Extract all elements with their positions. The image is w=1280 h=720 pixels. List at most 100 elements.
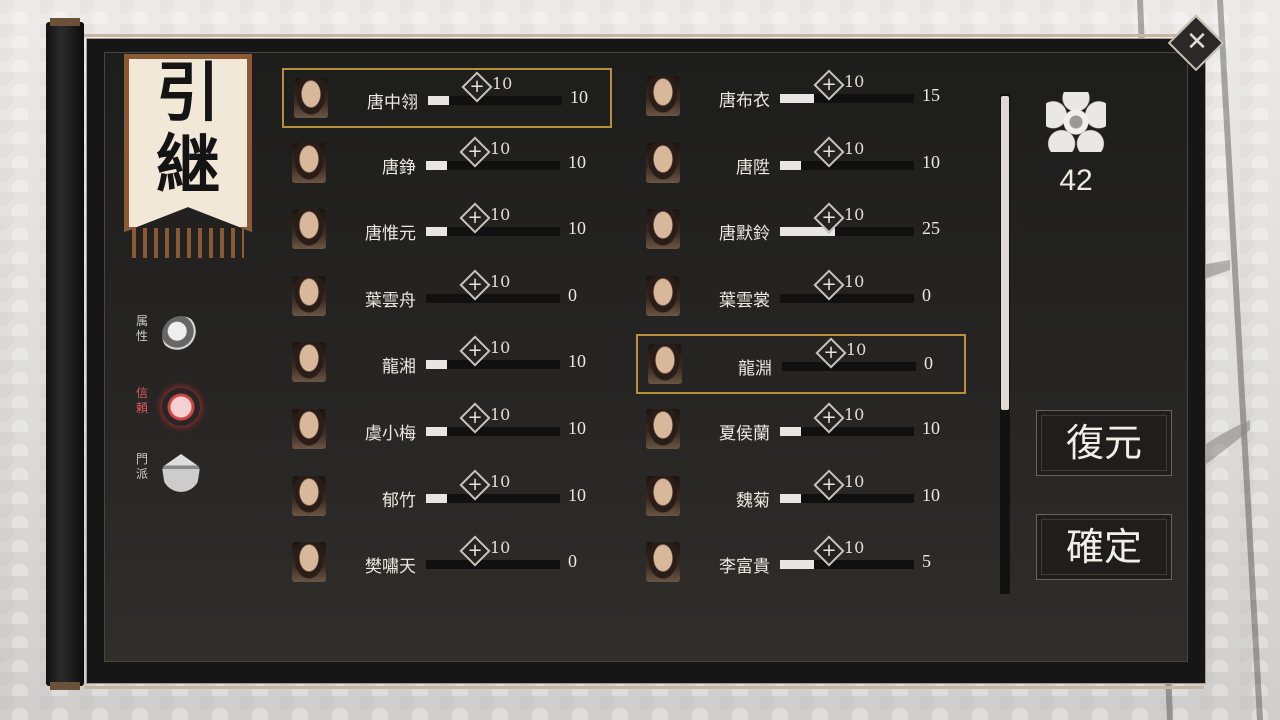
close-icon[interactable]: ✕ (1182, 27, 1212, 57)
character-portrait (646, 409, 680, 449)
character-portrait (292, 143, 326, 183)
trust-bar (782, 362, 916, 371)
trust-bar (426, 427, 560, 436)
reset-button[interactable]: 復元 (1036, 410, 1172, 476)
trust-bar-fill (426, 161, 448, 170)
tab-trust[interactable]: 信頼 (136, 386, 216, 434)
add-cost: 10 (846, 340, 867, 359)
character-entry[interactable]: 唐陞 +10 10 (636, 135, 966, 195)
character-entry[interactable]: 唐布衣 +10 15 (636, 68, 966, 128)
tab-sect-label: 門派 (136, 452, 149, 481)
plus-icon[interactable]: + (818, 474, 840, 496)
trust-bar-fill (780, 494, 802, 503)
tab-sect[interactable]: 門派 (136, 452, 216, 500)
plus-icon[interactable]: + (464, 340, 486, 362)
character-entry[interactable]: 夏侯蘭 +10 10 (636, 401, 966, 461)
yin-yang-icon (162, 316, 200, 354)
plus-icon[interactable]: + (464, 474, 486, 496)
tab-trust-label: 信頼 (136, 386, 149, 415)
trust-bar (428, 96, 562, 105)
trust-value: 15 (922, 85, 940, 105)
banner-fringe (132, 228, 244, 258)
trust-bar (780, 94, 914, 103)
plus-icon[interactable]: + (818, 207, 840, 229)
plus-icon[interactable]: + (466, 76, 488, 98)
character-entry[interactable]: 唐錚 +10 10 (282, 135, 612, 195)
plus-icon[interactable]: + (464, 540, 486, 562)
character-name: 唐布衣 (719, 91, 770, 111)
plus-icon[interactable]: + (464, 274, 486, 296)
plus-icon[interactable]: + (464, 207, 486, 229)
banner-title: 引 継 (156, 56, 220, 203)
trust-value: 10 (922, 152, 940, 172)
trust-bar (426, 560, 560, 569)
character-portrait (292, 409, 326, 449)
trust-bar (780, 161, 914, 170)
add-cost: 10 (490, 139, 511, 158)
character-portrait (646, 209, 680, 249)
character-entry[interactable]: 樊嘯天 +10 0 (282, 534, 612, 594)
character-entry[interactable]: 葉雲舟 +10 0 (282, 268, 612, 328)
trust-value: 10 (568, 152, 586, 172)
character-name: 葉雲舟 (365, 291, 416, 311)
plus-icon[interactable]: + (818, 141, 840, 163)
trust-value: 0 (568, 551, 577, 571)
character-name: 唐陞 (736, 158, 770, 178)
frame-bottom-line (84, 686, 1204, 689)
character-entry[interactable]: 唐中翎 +10 10 (282, 68, 612, 128)
character-portrait (646, 143, 680, 183)
trust-bar-fill (426, 360, 448, 369)
character-portrait (292, 476, 326, 516)
scrollbar-thumb[interactable] (1001, 96, 1009, 410)
character-portrait (292, 542, 326, 582)
character-portrait (292, 276, 326, 316)
tab-attributes[interactable]: 属性 (136, 314, 216, 362)
frame-top-line (84, 34, 1204, 37)
character-entry[interactable]: 魏菊 +10 10 (636, 468, 966, 528)
add-cost: 10 (844, 205, 865, 224)
character-entry[interactable]: 郁竹 +10 10 (282, 468, 612, 528)
add-cost: 10 (844, 405, 865, 424)
list-scrollbar[interactable] (1000, 94, 1010, 594)
character-name: 龍淵 (738, 359, 772, 379)
character-portrait (294, 78, 328, 118)
character-name: 夏侯蘭 (719, 424, 770, 444)
character-entry[interactable]: 唐惟元 +10 10 (282, 201, 612, 261)
add-cost: 10 (844, 538, 865, 557)
trust-bar (780, 427, 914, 436)
trust-value: 0 (922, 285, 931, 305)
plus-icon[interactable]: + (820, 342, 842, 364)
plus-icon[interactable]: + (818, 407, 840, 429)
character-entry[interactable]: 李富貴 +10 5 (636, 534, 966, 594)
trust-bar (780, 227, 914, 236)
trust-bar-fill (780, 94, 814, 103)
add-cost: 10 (490, 272, 511, 291)
character-name: 唐默鈴 (719, 224, 770, 244)
character-portrait (292, 342, 326, 382)
trust-value: 25 (922, 218, 940, 238)
plus-icon[interactable]: + (818, 540, 840, 562)
character-name: 郁竹 (382, 491, 416, 511)
character-name: 樊嘯天 (365, 557, 416, 577)
add-cost: 10 (490, 338, 511, 357)
confirm-button[interactable]: 確定 (1036, 514, 1172, 580)
trust-bar-fill (780, 560, 814, 569)
trust-value: 10 (922, 418, 940, 438)
character-entry[interactable]: 龍湘 +10 10 (282, 334, 612, 394)
character-entry[interactable]: 虞小梅 +10 10 (282, 401, 612, 461)
trust-bar (426, 494, 560, 503)
add-cost: 10 (844, 272, 865, 291)
points-value: 42 (1059, 164, 1093, 197)
plus-icon[interactable]: + (464, 407, 486, 429)
character-entry[interactable]: 葉雲裳 +10 0 (636, 268, 966, 328)
plus-icon[interactable]: + (818, 74, 840, 96)
character-entry[interactable]: 龍淵 +10 0 (636, 334, 966, 394)
plus-icon[interactable]: + (818, 274, 840, 296)
character-entry[interactable]: 唐默鈴 +10 25 (636, 201, 966, 261)
trust-value: 10 (568, 218, 586, 238)
add-cost: 10 (844, 72, 865, 91)
trust-value: 5 (922, 551, 931, 571)
character-portrait (648, 344, 682, 384)
plus-icon[interactable]: + (464, 141, 486, 163)
character-name: 葉雲裳 (719, 291, 770, 311)
